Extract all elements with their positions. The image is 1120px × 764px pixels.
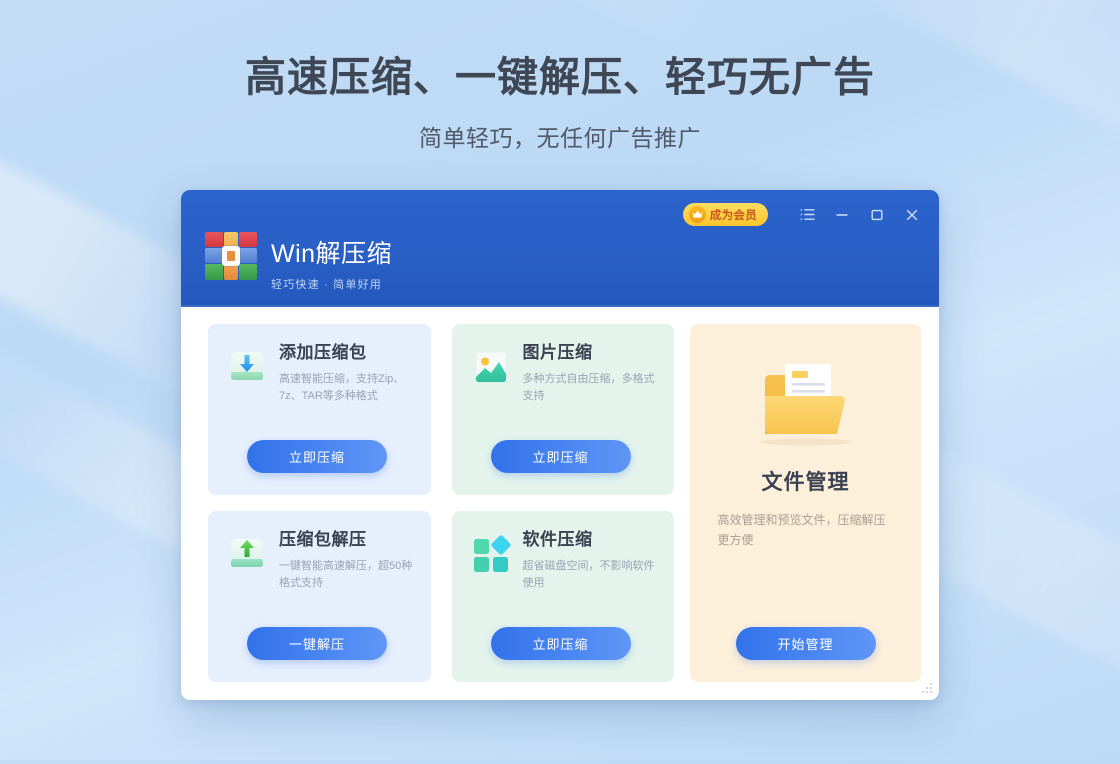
card-description: 一键智能高速解压，超50种格式支持: [279, 559, 413, 589]
extract-now-button[interactable]: 一键解压: [247, 627, 387, 660]
picture-icon: [470, 346, 512, 388]
become-member-button[interactable]: 成为会员: [682, 203, 768, 226]
four-squares-icon: [470, 533, 512, 575]
file-management-panel[interactable]: 文件管理 高效管理和预览文件，压缩解压更方便 开始管理: [690, 324, 921, 682]
compress-now-button[interactable]: 立即压缩: [490, 627, 631, 660]
panel-description: 高效管理和预览文件，压缩解压更方便: [717, 513, 886, 548]
folder-document-icon: [751, 356, 861, 448]
menu-icon[interactable]: [798, 206, 816, 224]
card-description: 高速智能压缩，支持Zip、7z、TAR等多种格式: [279, 372, 405, 402]
app-brand: Win解压缩 轻巧快速 · 简单好用: [205, 230, 392, 292]
archive-upload-icon: [226, 533, 268, 575]
page-subtitle: 简单轻巧，无任何广告推广: [419, 125, 701, 152]
card-title: 软件压缩: [522, 530, 593, 549]
card-description: 超省磁盘空间，不影响软件使用: [522, 559, 655, 589]
resize-grip[interactable]: [918, 679, 932, 693]
close-icon[interactable]: [903, 206, 921, 224]
compress-now-button[interactable]: 立即压缩: [490, 440, 631, 473]
panel-title: 文件管理: [761, 471, 850, 494]
app-slogan: 轻巧快速 · 简单好用: [271, 279, 382, 291]
app-body: 添加压缩包 高速智能压缩，支持Zip、7z、TAR等多种格式 立即压缩 图片压缩…: [181, 307, 939, 700]
minimize-icon[interactable]: [833, 206, 851, 224]
card-title: 压缩包解压: [279, 530, 367, 549]
compress-now-button[interactable]: 立即压缩: [247, 440, 387, 473]
hero-section: 高速压缩、一键解压、轻巧无广告 简单轻巧，无任何广告推广: [0, 0, 1120, 153]
card-title: 添加压缩包: [279, 343, 367, 362]
app-name: Win解压缩: [271, 240, 393, 268]
title-bar: Win解压缩 轻巧快速 · 简单好用 成为会员: [181, 190, 939, 307]
page-title: 高速压缩、一键解压、轻巧无广告: [245, 54, 875, 100]
card-title: 图片压缩: [522, 343, 593, 362]
feature-card-image-compress[interactable]: 图片压缩 多种方式自由压缩，多格式支持 立即压缩: [451, 324, 674, 495]
crown-icon: [688, 206, 706, 223]
feature-card-extract-archive[interactable]: 压缩包解压 一键智能高速解压，超50种格式支持 一键解压: [208, 511, 431, 682]
app-window: Win解压缩 轻巧快速 · 简单好用 成为会员 添加压缩包 高速智能压缩，支持Z…: [181, 190, 939, 700]
maximize-icon[interactable]: [868, 206, 886, 224]
become-member-label: 成为会员: [709, 209, 757, 222]
feature-card-grid: 添加压缩包 高速智能压缩，支持Zip、7z、TAR等多种格式 立即压缩 图片压缩…: [208, 324, 674, 682]
window-controls: 成为会员: [682, 203, 921, 226]
feature-card-add-archive[interactable]: 添加压缩包 高速智能压缩，支持Zip、7z、TAR等多种格式 立即压缩: [208, 324, 431, 495]
archive-download-icon: [226, 346, 268, 388]
app-logo-icon: [205, 232, 257, 280]
start-manage-button[interactable]: 开始管理: [735, 627, 876, 660]
card-description: 多种方式自由压缩，多格式支持: [522, 372, 655, 402]
feature-card-software-compress[interactable]: 软件压缩 超省磁盘空间，不影响软件使用 立即压缩: [451, 511, 674, 682]
